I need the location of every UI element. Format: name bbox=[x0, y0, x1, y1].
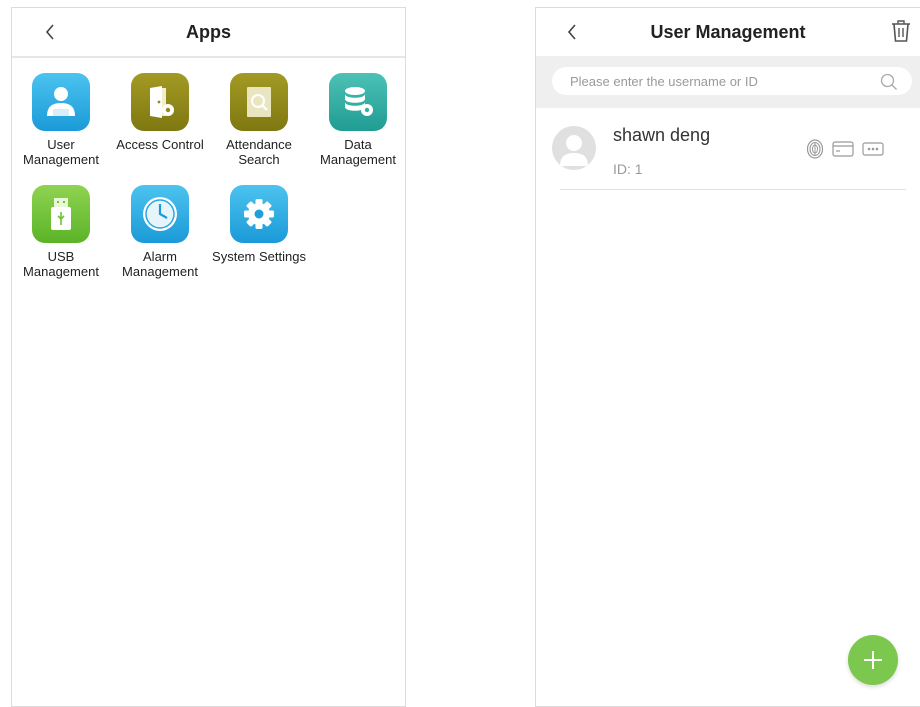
back-button[interactable] bbox=[40, 21, 60, 43]
app-data-management[interactable]: Data Management bbox=[309, 73, 407, 167]
delete-button[interactable] bbox=[891, 19, 911, 48]
usb-icon bbox=[32, 185, 90, 243]
app-alarm-management[interactable]: Alarm Management bbox=[111, 185, 209, 279]
divider bbox=[560, 189, 906, 190]
gear-icon bbox=[230, 185, 288, 243]
search-bar bbox=[536, 56, 920, 108]
add-user-button[interactable] bbox=[848, 635, 898, 685]
app-label: Alarm Management bbox=[122, 249, 198, 279]
user-management-header: User Management bbox=[536, 8, 920, 56]
app-attendance-search[interactable]: Attendance Search bbox=[210, 73, 308, 167]
user-name: shawn deng bbox=[613, 125, 711, 145]
plus-icon bbox=[864, 651, 882, 669]
fingerprint-icon bbox=[806, 139, 824, 159]
back-button[interactable] bbox=[562, 21, 582, 43]
search-icon[interactable] bbox=[880, 73, 898, 91]
document-search-icon bbox=[230, 73, 288, 131]
search-input[interactable] bbox=[568, 72, 872, 90]
user-icon bbox=[32, 73, 90, 131]
clock-icon bbox=[131, 185, 189, 243]
page-title: Apps bbox=[186, 21, 231, 42]
chevron-left-icon bbox=[567, 24, 576, 40]
app-label: Data Management bbox=[320, 137, 396, 167]
door-gear-icon bbox=[131, 73, 189, 131]
app-label: USB Management bbox=[23, 249, 99, 279]
trash-icon bbox=[892, 20, 910, 42]
chevron-left-icon bbox=[45, 24, 54, 40]
app-user-management[interactable]: User Management bbox=[12, 73, 110, 167]
list-item[interactable]: shawn deng ID: 1 bbox=[536, 108, 920, 190]
user-management-screen: User Management shawn deng bbox=[535, 7, 920, 707]
database-gear-icon bbox=[329, 73, 387, 131]
app-label: User Management bbox=[23, 137, 99, 167]
apps-screen: Apps User Management Access Control Atte… bbox=[11, 7, 406, 707]
page-title: User Management bbox=[650, 21, 806, 42]
search-box bbox=[552, 67, 912, 95]
card-icon bbox=[832, 141, 854, 157]
verification-methods bbox=[806, 139, 884, 159]
avatar bbox=[552, 126, 596, 170]
app-access-control[interactable]: Access Control bbox=[111, 73, 209, 152]
app-usb-management[interactable]: USB Management bbox=[12, 185, 110, 279]
app-label: Access Control bbox=[116, 137, 204, 152]
user-id: ID: 1 bbox=[613, 161, 643, 177]
apps-header: Apps bbox=[12, 8, 405, 58]
app-label: Attendance Search bbox=[226, 137, 292, 167]
app-system-settings[interactable]: System Settings bbox=[210, 185, 308, 264]
password-icon bbox=[862, 142, 884, 156]
app-label: System Settings bbox=[212, 249, 306, 264]
